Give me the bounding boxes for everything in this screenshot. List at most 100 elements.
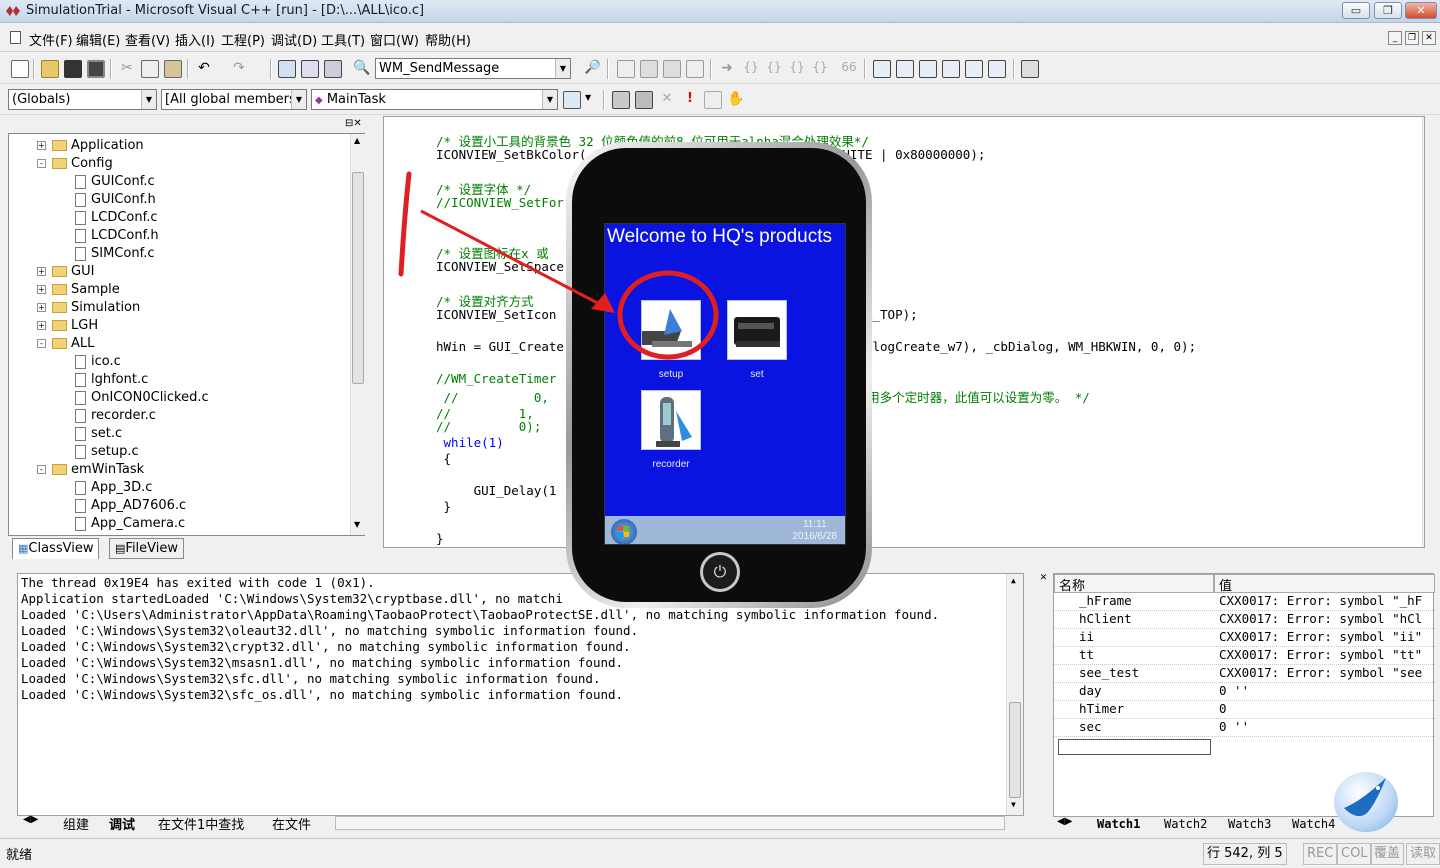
menu-view[interactable]: 查看(V) xyxy=(125,30,170,49)
mdi-minimize-button[interactable]: _ xyxy=(1388,31,1402,45)
tab-debug[interactable]: 调试 xyxy=(109,814,135,833)
tab-fileview[interactable]: ▤FileView xyxy=(109,538,185,559)
watch-header-value[interactable]: 值 xyxy=(1214,574,1435,594)
find-in-files-icon[interactable]: 🔍 xyxy=(353,60,371,78)
tree-item[interactable]: LCDConf.c xyxy=(75,209,158,227)
compile-icon[interactable] xyxy=(617,60,635,78)
menu-tools[interactable]: 工具(T) xyxy=(321,30,365,49)
tree-item[interactable]: set.c xyxy=(75,425,122,443)
expand-icon[interactable]: + xyxy=(37,303,46,312)
watch-row[interactable]: hTimer 0 xyxy=(1054,701,1435,719)
wizard-action-icon[interactable] xyxy=(563,91,581,109)
members-combo[interactable]: [All global members ▼ xyxy=(161,89,307,110)
tab-watch1[interactable]: Watch1 xyxy=(1097,817,1140,831)
restore-button[interactable]: ❐ xyxy=(1374,2,1402,19)
menu-window[interactable]: 窗口(W) xyxy=(370,30,419,49)
watch-row[interactable]: tt CXX0017: Error: symbol "tt" xyxy=(1054,647,1435,665)
editor-vscrollbar[interactable]: ▲ xyxy=(1422,117,1425,547)
stop-icon[interactable]: ✕ xyxy=(658,91,676,109)
watch-window-icon[interactable] xyxy=(873,60,891,78)
tab-find-in-files-1[interactable]: 在文件1中查找 xyxy=(158,814,244,833)
variables-window-icon[interactable] xyxy=(896,60,914,78)
watch-row[interactable]: see_test CXX0017: Error: symbol "see xyxy=(1054,665,1435,683)
insert-breakpoint-icon[interactable] xyxy=(704,91,722,109)
menu-project[interactable]: 工程(P) xyxy=(221,30,265,49)
chevron-down-icon[interactable]: ▼ xyxy=(585,93,591,102)
tree-item[interactable]: + Simulation xyxy=(37,299,140,317)
stop-build-icon[interactable] xyxy=(663,60,681,78)
function-combo[interactable]: ◆ MainTask ▼ xyxy=(311,89,558,110)
debug-toolbar-icon[interactable] xyxy=(1021,60,1039,78)
tab-watch3[interactable]: Watch3 xyxy=(1228,817,1271,831)
collapse-icon[interactable]: - xyxy=(37,339,46,348)
workspace-icon[interactable] xyxy=(278,60,296,78)
watch-row[interactable]: hClient CXX0017: Error: symbol "hCl xyxy=(1054,611,1435,629)
tree-item[interactable]: LCDConf.h xyxy=(75,227,159,245)
step-over-icon[interactable]: {} xyxy=(765,60,783,78)
new-file-icon[interactable] xyxy=(11,60,29,78)
watch-row[interactable]: _hFrame CXX0017: Error: symbol "_hF xyxy=(1054,593,1435,611)
step-out-icon[interactable]: {} xyxy=(788,60,806,78)
build-minibar-icon[interactable] xyxy=(635,91,653,109)
minimize-button[interactable]: ▭ xyxy=(1342,2,1370,19)
tab-watch4[interactable]: Watch4 xyxy=(1292,817,1335,831)
find-combo[interactable]: WM_SendMessage ▼ xyxy=(375,58,571,79)
tree-item[interactable]: SIMConf.c xyxy=(75,245,154,263)
tree-item[interactable]: recorder.c xyxy=(75,407,156,425)
tree-item[interactable]: GUIConf.h xyxy=(75,191,156,209)
start-button[interactable] xyxy=(611,519,637,544)
collapse-icon[interactable]: - xyxy=(37,159,46,168)
tab-scroll-left-icon[interactable]: ◀▶ xyxy=(23,814,38,825)
tree-item[interactable]: OnICON0Clicked.c xyxy=(75,389,209,407)
menu-edit[interactable]: 编辑(E) xyxy=(76,30,120,49)
tab-build[interactable]: 组建 xyxy=(63,814,89,833)
tree-scrollbar-thumb[interactable] xyxy=(352,172,364,384)
menu-help[interactable]: 帮助(H) xyxy=(425,30,471,49)
tree-item[interactable]: - ALL xyxy=(37,335,94,353)
expand-icon[interactable]: + xyxy=(37,141,46,150)
watch-row[interactable]: ii CXX0017: Error: symbol "ii" xyxy=(1054,629,1435,647)
tree-item[interactable]: + LGH xyxy=(37,317,98,335)
save-icon[interactable] xyxy=(64,60,82,78)
menu-debug[interactable]: 调试(D) xyxy=(271,30,317,49)
tree-item[interactable]: - Config xyxy=(37,155,113,173)
tree-item[interactable]: + Application xyxy=(37,137,144,155)
recorder-app-icon[interactable] xyxy=(641,390,701,450)
collapse-icon[interactable]: - xyxy=(37,465,46,474)
mdi-restore-button[interactable]: ❐ xyxy=(1405,31,1419,45)
memory-window-icon[interactable] xyxy=(942,60,960,78)
scope-combo[interactable]: (Globals) ▼ xyxy=(8,89,157,110)
registers-window-icon[interactable] xyxy=(919,60,937,78)
tab-classview[interactable]: ▦ClassView xyxy=(12,538,100,559)
call-stack-window-icon[interactable] xyxy=(965,60,983,78)
hand-icon[interactable]: ✋ xyxy=(727,91,745,109)
tree-item[interactable]: setup.c xyxy=(75,443,139,461)
chevron-down-icon[interactable]: ▼ xyxy=(555,59,570,78)
tree-item[interactable]: ico.c xyxy=(75,353,121,371)
tree-item[interactable]: + Sample xyxy=(37,281,120,299)
editor-vscroll-thumb[interactable] xyxy=(1424,509,1425,521)
tree-scrollbar[interactable]: ▲ ▼ xyxy=(350,134,365,535)
go-icon[interactable]: ➜ xyxy=(718,60,736,78)
execute-icon[interactable] xyxy=(686,60,704,78)
power-button[interactable]: ⏻ xyxy=(700,552,740,592)
output-hscrollbar[interactable] xyxy=(335,816,1005,830)
undo-icon[interactable]: ↶ xyxy=(195,60,213,78)
menu-file[interactable]: 文件(F) xyxy=(29,30,73,49)
build-toolbar-icon[interactable] xyxy=(612,91,630,109)
tree-item[interactable]: + GUI xyxy=(37,263,94,281)
paste-icon[interactable] xyxy=(164,60,182,78)
set-app-icon[interactable] xyxy=(727,300,787,360)
tab-watch2[interactable]: Watch2 xyxy=(1164,817,1207,831)
close-button[interactable]: ✕ xyxy=(1405,2,1437,19)
tree-item[interactable]: - emWinTask xyxy=(37,461,144,479)
output-scrollbar[interactable]: ▲ ▼ xyxy=(1006,574,1023,815)
chevron-down-icon[interactable]: ▼ xyxy=(291,90,306,109)
menu-insert[interactable]: 插入(I) xyxy=(175,30,215,49)
tree-item[interactable]: lghfont.c xyxy=(75,371,148,389)
tree-item[interactable]: GUIConf.c xyxy=(75,173,155,191)
tree-item[interactable]: App_Camera.c xyxy=(75,515,185,533)
tree-item[interactable]: App_3D.c xyxy=(75,479,152,497)
editor-hscrollbar[interactable]: ◀ ▶ xyxy=(384,547,1424,548)
open-folder-icon[interactable] xyxy=(41,60,59,78)
